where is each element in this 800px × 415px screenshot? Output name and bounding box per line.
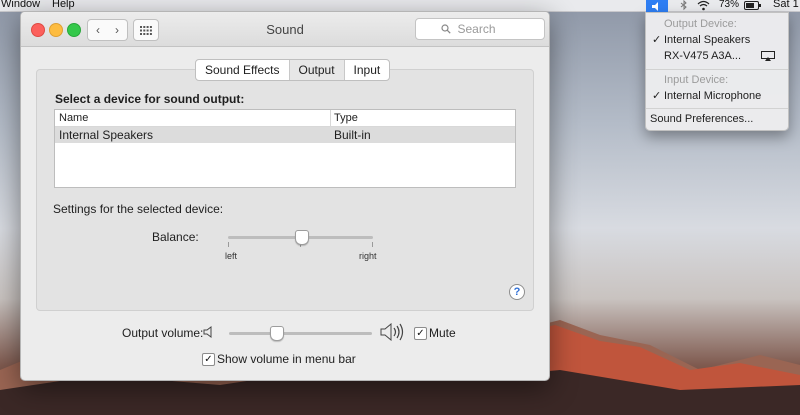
tab-output[interactable]: Output	[289, 60, 345, 80]
output-volume-slider-knob[interactable]	[270, 326, 285, 341]
battery-icon[interactable]	[744, 0, 762, 11]
show-volume-checkbox[interactable]: ✓	[202, 353, 215, 366]
speaker-low-icon	[203, 326, 212, 338]
menu-item-internal-microphone[interactable]: ✓ Internal Microphone	[646, 88, 788, 104]
battery-percent: 73%	[719, 0, 740, 10]
checkmark-icon: ✓	[652, 34, 662, 46]
checkmark-icon: ✓	[652, 90, 662, 102]
mute-checkbox[interactable]: ✓	[414, 327, 427, 340]
search-input[interactable]	[455, 21, 520, 37]
help-button[interactable]: ?	[509, 284, 525, 300]
tab-sound-effects[interactable]: Sound Effects	[196, 60, 290, 80]
menu-window[interactable]: Window	[1, 0, 40, 10]
balance-slider-knob[interactable]	[294, 230, 309, 245]
tab-input[interactable]: Input	[345, 60, 390, 80]
device-type: Built-in	[334, 128, 371, 142]
volume-menu-extra[interactable]	[646, 0, 668, 12]
speaker-high-icon	[380, 323, 404, 341]
search-field[interactable]	[415, 18, 545, 40]
menu-item-rx-v475[interactable]: RX-V475 A3A...	[646, 48, 788, 64]
output-volume-slider[interactable]	[229, 332, 372, 335]
tab-bar: Sound Effects Output Input	[195, 59, 391, 81]
balance-left-label: left	[225, 251, 238, 261]
balance-right-label: right	[359, 251, 377, 261]
output-heading: Select a device for sound output:	[55, 92, 245, 106]
menu-item-internal-speakers[interactable]: ✓ Internal Speakers	[646, 32, 788, 48]
title-bar: ‹ › Sound	[21, 12, 549, 47]
bluetooth-icon[interactable]	[680, 0, 688, 11]
output-device-table[interactable]: Name Type Internal Speakers Built-in	[54, 109, 516, 188]
show-volume-label: Show volume in menu bar	[217, 352, 356, 366]
input-device-header: Input Device:	[664, 74, 729, 86]
airplay-icon	[761, 51, 775, 61]
output-panel: Select a device for sound output: Name T…	[36, 69, 534, 311]
output-volume-label: Output volume:	[122, 326, 204, 340]
volume-icon	[652, 1, 658, 11]
balance-label: Balance:	[152, 230, 199, 244]
search-icon	[440, 24, 451, 34]
sound-preferences-window: ‹ › Sound Sound Effects Output	[20, 11, 550, 381]
device-name: Internal Speakers	[59, 128, 154, 142]
mute-label: Mute	[429, 326, 456, 340]
menu-item-sound-preferences[interactable]: Sound Preferences...	[646, 111, 788, 127]
settings-label: Settings for the selected device:	[53, 202, 224, 216]
menu-help[interactable]: Help	[52, 0, 75, 10]
table-row[interactable]: Internal Speakers Built-in	[55, 127, 515, 143]
volume-dropdown-menu: Output Device: ✓ Internal Speakers RX-V4…	[645, 12, 789, 131]
checkmark-icon: ✓	[204, 354, 213, 365]
clock[interactable]: Sat 1	[773, 0, 799, 10]
checkmark-icon: ✓	[416, 328, 425, 339]
output-device-header: Output Device:	[664, 18, 737, 30]
wifi-icon[interactable]	[697, 0, 710, 11]
column-header-name[interactable]: Name	[59, 110, 88, 126]
column-header-type[interactable]: Type	[334, 110, 358, 126]
